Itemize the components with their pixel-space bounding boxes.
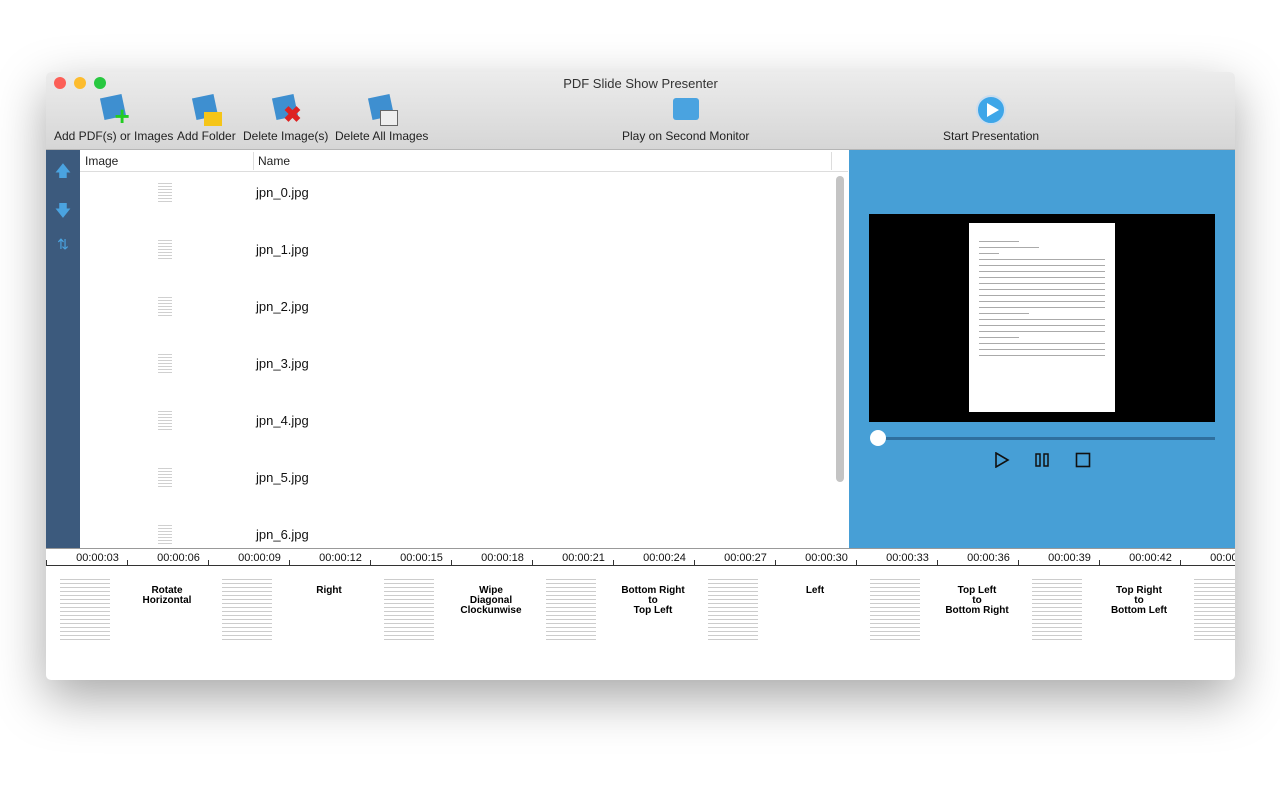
timeline-slide[interactable] — [870, 576, 920, 640]
toolbar: PDF Slide Show Presenter + Add PDF(s) or … — [46, 72, 1235, 150]
add-pdf-button[interactable]: + Add PDF(s) or Images — [54, 93, 173, 143]
slide-preview — [869, 214, 1215, 422]
reorder-sidebar: 🡅 🡇 ⇅ — [46, 150, 80, 548]
row-name: jpn_5.jpg — [256, 470, 309, 485]
row-thumbnail — [158, 409, 172, 431]
table-row[interactable]: jpn_3.jpg — [80, 344, 830, 401]
transition-label[interactable]: Right — [274, 586, 384, 596]
ruler-tick — [694, 560, 695, 565]
row-thumbnail — [158, 352, 172, 374]
row-thumbnail — [158, 295, 172, 317]
row-name: jpn_6.jpg — [256, 527, 309, 542]
slider-knob[interactable] — [870, 430, 886, 446]
playback-slider[interactable] — [877, 437, 1215, 440]
stop-icon[interactable] — [1075, 452, 1091, 468]
app-window: PDF Slide Show Presenter + Add PDF(s) or … — [46, 72, 1235, 680]
slide-page-image — [969, 223, 1115, 412]
ruler-tick — [208, 560, 209, 565]
ruler-tick — [613, 560, 614, 565]
ruler-tick-label: 00:00:42 — [1129, 552, 1172, 564]
ruler-tick — [1180, 560, 1181, 565]
timeline-slide[interactable] — [1194, 576, 1235, 640]
ruler-tick — [856, 560, 857, 565]
second-monitor-button[interactable]: Play on Second Monitor — [622, 94, 749, 143]
row-name: jpn_4.jpg — [256, 413, 309, 428]
timeline-slide[interactable] — [708, 576, 758, 640]
monitor-icon — [670, 94, 702, 126]
shuffle-icon[interactable]: ⇅ — [46, 236, 80, 253]
play-circle-icon — [975, 94, 1007, 126]
ruler-tick-label: 00:00:21 — [562, 552, 605, 564]
ruler-tick-label: 00:00:45 — [1210, 552, 1235, 564]
ruler-tick — [289, 560, 290, 565]
timeline-slide[interactable] — [60, 576, 110, 640]
transition-label[interactable]: Wipe Diagonal Clockunwise — [436, 586, 546, 616]
time-ruler: 00:00:03 00:00:06 00:00:09 00:00:12 00:00:15… — [46, 548, 1235, 566]
table-row[interactable]: jpn_5.jpg — [80, 458, 830, 515]
ruler-tick-label: 00:00:33 — [886, 552, 929, 564]
timeline-slide[interactable] — [546, 576, 596, 640]
delete-all-button[interactable]: Delete All Images — [335, 93, 428, 143]
ruler-tick-label: 00:00:18 — [481, 552, 524, 564]
row-name: jpn_2.jpg — [256, 299, 309, 314]
transition-label[interactable]: Bottom Right to Top Left — [598, 586, 708, 616]
column-name[interactable]: Name — [258, 154, 290, 168]
start-presentation-button[interactable]: Start Presentation — [943, 94, 1039, 143]
transition-label[interactable]: Left — [760, 586, 870, 596]
row-thumbnail — [158, 238, 172, 260]
ruler-tick — [937, 560, 938, 565]
ruler-tick-label: 00:00:09 — [238, 552, 281, 564]
delete-icon: ✖ — [270, 93, 302, 127]
row-thumbnail — [158, 523, 172, 545]
image-table: Image Name jpn_0.jpg jpn_1.jpg jpn_2.jpgjp… — [80, 150, 848, 548]
delete-images-button[interactable]: ✖ Delete Image(s) — [243, 93, 328, 143]
move-up-icon[interactable]: 🡅 — [46, 160, 80, 187]
table-row[interactable]: jpn_2.jpg — [80, 287, 830, 344]
ruler-tick-label: 00:00:06 — [157, 552, 200, 564]
ruler-tick-label: 00:00:27 — [724, 552, 767, 564]
table-row[interactable]: jpn_0.jpg — [80, 173, 830, 230]
transition-label[interactable]: Top Left to Bottom Right — [922, 586, 1032, 616]
ruler-tick — [451, 560, 452, 565]
column-image[interactable]: Image — [85, 154, 118, 168]
ruler-tick-label: 00:00:24 — [643, 552, 686, 564]
pause-icon[interactable] — [1034, 452, 1050, 468]
timeline[interactable]: Rotate Horizontal Right Wipe Diagonal Cloc… — [46, 566, 1235, 680]
timeline-slide[interactable] — [1032, 576, 1082, 640]
play-icon[interactable] — [994, 452, 1010, 468]
row-name: jpn_0.jpg — [256, 185, 309, 200]
ruler-tick — [127, 560, 128, 565]
ruler-tick-label: 00:00:36 — [967, 552, 1010, 564]
delete-all-icon — [366, 93, 398, 126]
ruler-tick — [46, 560, 47, 565]
ruler-tick-label: 00:00:15 — [400, 552, 443, 564]
ruler-tick-label: 00:00:03 — [76, 552, 119, 564]
timeline-slide[interactable] — [384, 576, 434, 640]
ruler-tick — [370, 560, 371, 565]
ruler-tick — [1099, 560, 1100, 565]
transition-label[interactable]: Rotate Horizontal — [112, 586, 222, 606]
folder-icon — [190, 93, 223, 126]
table-scrollbar[interactable] — [836, 176, 844, 482]
ruler-tick — [1018, 560, 1019, 565]
timeline-slide[interactable] — [222, 576, 272, 640]
add-folder-button[interactable]: Add Folder — [177, 93, 236, 143]
table-header: Image Name — [80, 150, 848, 172]
move-down-icon[interactable]: 🡇 — [46, 200, 80, 227]
ruler-tick — [532, 560, 533, 565]
row-name: jpn_3.jpg — [256, 356, 309, 371]
row-thumbnail — [158, 466, 172, 488]
preview-panel — [849, 150, 1235, 548]
ruler-tick — [775, 560, 776, 565]
ruler-tick-label: 00:00:30 — [805, 552, 848, 564]
ruler-tick-label: 00:00:39 — [1048, 552, 1091, 564]
add-images-icon: + — [98, 93, 130, 129]
table-row[interactable]: jpn_1.jpg — [80, 230, 830, 287]
table-row[interactable]: jpn_4.jpg — [80, 401, 830, 458]
ruler-tick-label: 00:00:12 — [319, 552, 362, 564]
row-thumbnail — [158, 181, 172, 203]
transition-label[interactable]: Top Right to Bottom Left — [1084, 586, 1194, 616]
row-name: jpn_1.jpg — [256, 242, 309, 257]
window-title: PDF Slide Show Presenter — [563, 76, 718, 91]
